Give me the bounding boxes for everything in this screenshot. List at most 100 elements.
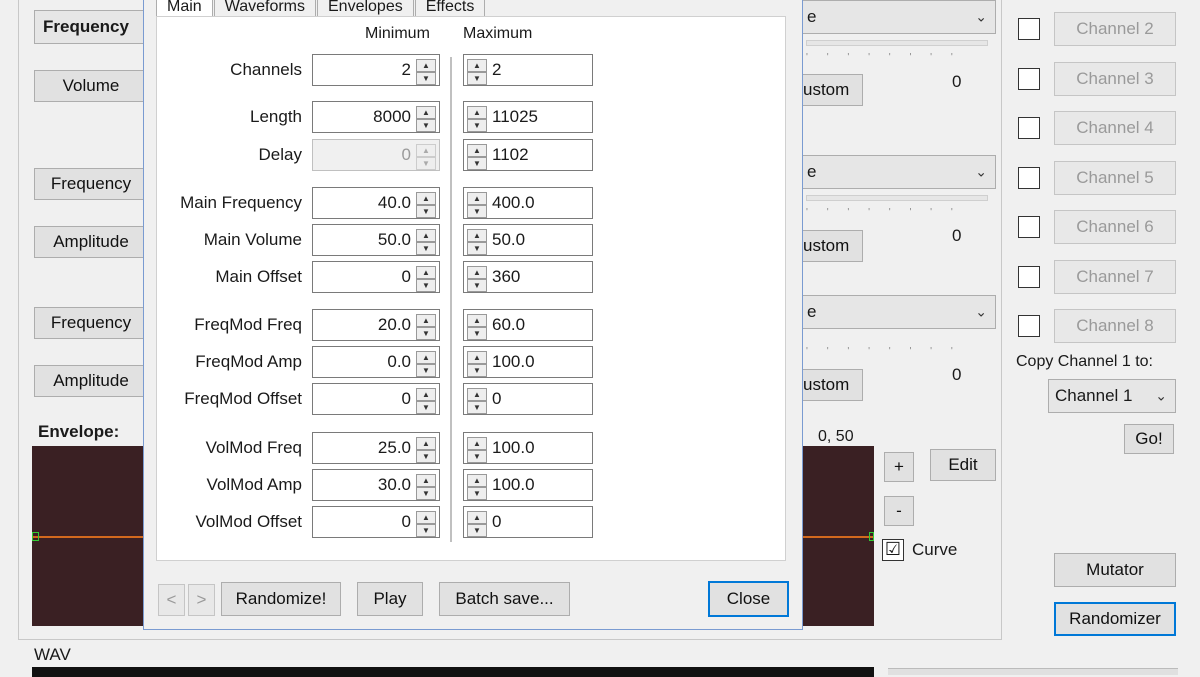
channel-5-checkbox[interactable] — [1018, 167, 1040, 189]
spinner-arrows-icon[interactable]: ▲ ▼ — [467, 474, 487, 500]
slider-track-1[interactable] — [806, 40, 988, 46]
randomize-button[interactable]: Randomize! — [221, 582, 341, 616]
randomizer-button[interactable]: Randomizer — [1054, 602, 1176, 636]
spinner-arrows-icon[interactable]: ▲ ▼ — [467, 266, 487, 292]
envelope-graph-right[interactable] — [800, 446, 874, 626]
mutator-button[interactable]: Mutator — [1054, 553, 1176, 587]
spinner-arrows-icon[interactable]: ▲ ▼ — [467, 192, 487, 218]
spinner-arrows-icon[interactable]: ▲ ▼ — [467, 511, 487, 537]
spinner-arrows-icon[interactable]: ▲ ▼ — [416, 106, 436, 132]
channels-maximum-spinner[interactable]: ▲ ▼ 2 — [463, 54, 593, 86]
spinner-arrows-icon[interactable]: ▲ ▼ — [416, 59, 436, 85]
previous-button[interactable]: < — [158, 584, 185, 616]
freqmod-amp-maximum-spinner[interactable]: ▲ ▼ 100.0 — [463, 346, 593, 378]
edit-button[interactable]: Edit — [930, 449, 996, 481]
main-volume-minimum-value: 50.0 — [377, 230, 411, 249]
freqmod-freq-minimum-spinner[interactable]: 20.0 ▲ ▼ — [312, 309, 440, 341]
copy-channel-select[interactable]: Channel 1 ⌄ — [1048, 379, 1176, 413]
wav-display[interactable] — [32, 667, 874, 677]
tab-waveforms[interactable]: Waveforms — [213, 0, 316, 16]
channel-2-checkbox[interactable] — [1018, 18, 1040, 40]
volmod-offset-maximum-spinner[interactable]: ▲ ▼ 0 — [463, 506, 593, 538]
channels-minimum-spinner[interactable]: 2 ▲ ▼ — [312, 54, 440, 86]
envelope-point-icon[interactable] — [32, 532, 39, 541]
tab-effects[interactable]: Effects — [414, 0, 486, 16]
freqmod-offset-minimum-spinner[interactable]: 0 ▲ ▼ — [312, 383, 440, 415]
spinner-arrows-icon[interactable]: ▲ ▼ — [416, 229, 436, 255]
freqmod-offset-maximum-spinner[interactable]: ▲ ▼ 0 — [463, 383, 593, 415]
length-maximum-spinner[interactable]: ▲ ▼ 11025 — [463, 101, 593, 133]
channel-3-checkbox[interactable] — [1018, 68, 1040, 90]
channel-5-button[interactable]: Channel 5 — [1054, 161, 1176, 195]
channel-2-button[interactable]: Channel 2 — [1054, 12, 1176, 46]
main-frequency-maximum-spinner[interactable]: ▲ ▼ 400.0 — [463, 187, 593, 219]
spinner-arrows-icon[interactable]: ▲ ▼ — [467, 106, 487, 132]
envelope-graph-left[interactable] — [32, 446, 148, 626]
channel-6-checkbox[interactable] — [1018, 216, 1040, 238]
spinner-arrows-icon[interactable]: ▲ ▼ — [467, 229, 487, 255]
spinner-arrows-icon[interactable]: ▲ ▼ — [467, 314, 487, 340]
volmod-offset-minimum-spinner[interactable]: 0 ▲ ▼ — [312, 506, 440, 538]
volume-button[interactable]: Volume — [34, 70, 148, 102]
waveform-combo-3[interactable]: e ⌄ — [800, 295, 996, 329]
spinner-arrows-icon[interactable]: ▲ ▼ — [416, 511, 436, 537]
spinner-arrows-icon[interactable]: ▲ ▼ — [467, 388, 487, 414]
main-volume-maximum-spinner[interactable]: ▲ ▼ 50.0 — [463, 224, 593, 256]
main-frequency-minimum-spinner[interactable]: 40.0 ▲ ▼ — [312, 187, 440, 219]
tab-envelopes[interactable]: Envelopes — [317, 0, 414, 16]
volmod-freq-maximum-spinner[interactable]: ▲ ▼ 100.0 — [463, 432, 593, 464]
custom-button-2[interactable]: ustom — [800, 230, 863, 262]
spinner-arrows-icon[interactable]: ▲ ▼ — [416, 437, 436, 463]
spinner-arrows-icon[interactable]: ▲ ▼ — [416, 266, 436, 292]
channel-6-button[interactable]: Channel 6 — [1054, 210, 1176, 244]
remove-point-button[interactable]: - — [884, 496, 914, 526]
spinner-arrows-icon[interactable]: ▲ ▼ — [467, 59, 487, 85]
volmod-freq-minimum-spinner[interactable]: 25.0 ▲ ▼ — [312, 432, 440, 464]
slider-track-2[interactable] — [806, 195, 988, 201]
spinner-arrows-icon[interactable]: ▲ ▼ — [467, 351, 487, 377]
channel-3-button[interactable]: Channel 3 — [1054, 62, 1176, 96]
curve-checkbox[interactable]: ☑ — [882, 539, 904, 561]
spinner-arrows-icon[interactable]: ▲ ▼ — [416, 474, 436, 500]
next-button[interactable]: > — [188, 584, 215, 616]
spinner-arrows-icon[interactable]: ▲ ▼ — [416, 388, 436, 414]
custom-button-1[interactable]: ustom — [800, 74, 863, 106]
batch-save-button[interactable]: Batch save... — [439, 582, 570, 616]
spinner-arrows-icon[interactable]: ▲ ▼ — [467, 144, 487, 170]
freqmod-freq-maximum-spinner[interactable]: ▲ ▼ 60.0 — [463, 309, 593, 341]
volmod-amp-minimum-spinner[interactable]: 30.0 ▲ ▼ — [312, 469, 440, 501]
channel-4-checkbox[interactable] — [1018, 117, 1040, 139]
play-button[interactable]: Play — [357, 582, 423, 616]
volmod-amp-maximum-spinner[interactable]: ▲ ▼ 100.0 — [463, 469, 593, 501]
waveform-combo-1[interactable]: e ⌄ — [800, 0, 996, 34]
freqmod-amp-minimum-spinner[interactable]: 0.0 ▲ ▼ — [312, 346, 440, 378]
amplitude-button-1[interactable]: Amplitude — [34, 226, 148, 258]
spinner-arrows-icon[interactable]: ▲ ▼ — [416, 314, 436, 340]
freqmod-freq-minimum-value: 20.0 — [377, 315, 411, 334]
length-minimum-spinner[interactable]: 8000 ▲ ▼ — [312, 101, 440, 133]
frequency-button-1[interactable]: Frequency — [34, 168, 148, 200]
spinner-arrows-icon[interactable]: ▲ ▼ — [416, 351, 436, 377]
go-button[interactable]: Go! — [1124, 424, 1174, 454]
main-volume-minimum-spinner[interactable]: 50.0 ▲ ▼ — [312, 224, 440, 256]
main-offset-maximum-spinner[interactable]: ▲ ▼ 360 — [463, 261, 593, 293]
close-button[interactable]: Close — [708, 581, 789, 617]
delay-maximum-spinner[interactable]: ▲ ▼ 1102 — [463, 139, 593, 171]
spinner-arrows-icon[interactable]: ▲ ▼ — [416, 144, 436, 170]
envelope-point-icon[interactable] — [869, 532, 874, 541]
spinner-arrows-icon[interactable]: ▲ ▼ — [467, 437, 487, 463]
spinner-arrows-icon[interactable]: ▲ ▼ — [416, 192, 436, 218]
frequency-button-2[interactable]: Frequency — [34, 307, 148, 339]
amplitude-button-2[interactable]: Amplitude — [34, 365, 148, 397]
channel-8-checkbox[interactable] — [1018, 315, 1040, 337]
channel-7-checkbox[interactable] — [1018, 266, 1040, 288]
waveform-combo-2[interactable]: e ⌄ — [800, 155, 996, 189]
main-offset-minimum-spinner[interactable]: 0 ▲ ▼ — [312, 261, 440, 293]
custom-button-3[interactable]: ustom — [800, 369, 863, 401]
channel-4-button[interactable]: Channel 4 — [1054, 111, 1176, 145]
channel-7-button[interactable]: Channel 7 — [1054, 260, 1176, 294]
add-point-button[interactable]: + — [884, 452, 914, 482]
channel-8-button[interactable]: Channel 8 — [1054, 309, 1176, 343]
delay-minimum-spinner[interactable]: 0 ▲ ▼ — [312, 139, 440, 171]
tab-main[interactable]: Main — [156, 0, 213, 16]
